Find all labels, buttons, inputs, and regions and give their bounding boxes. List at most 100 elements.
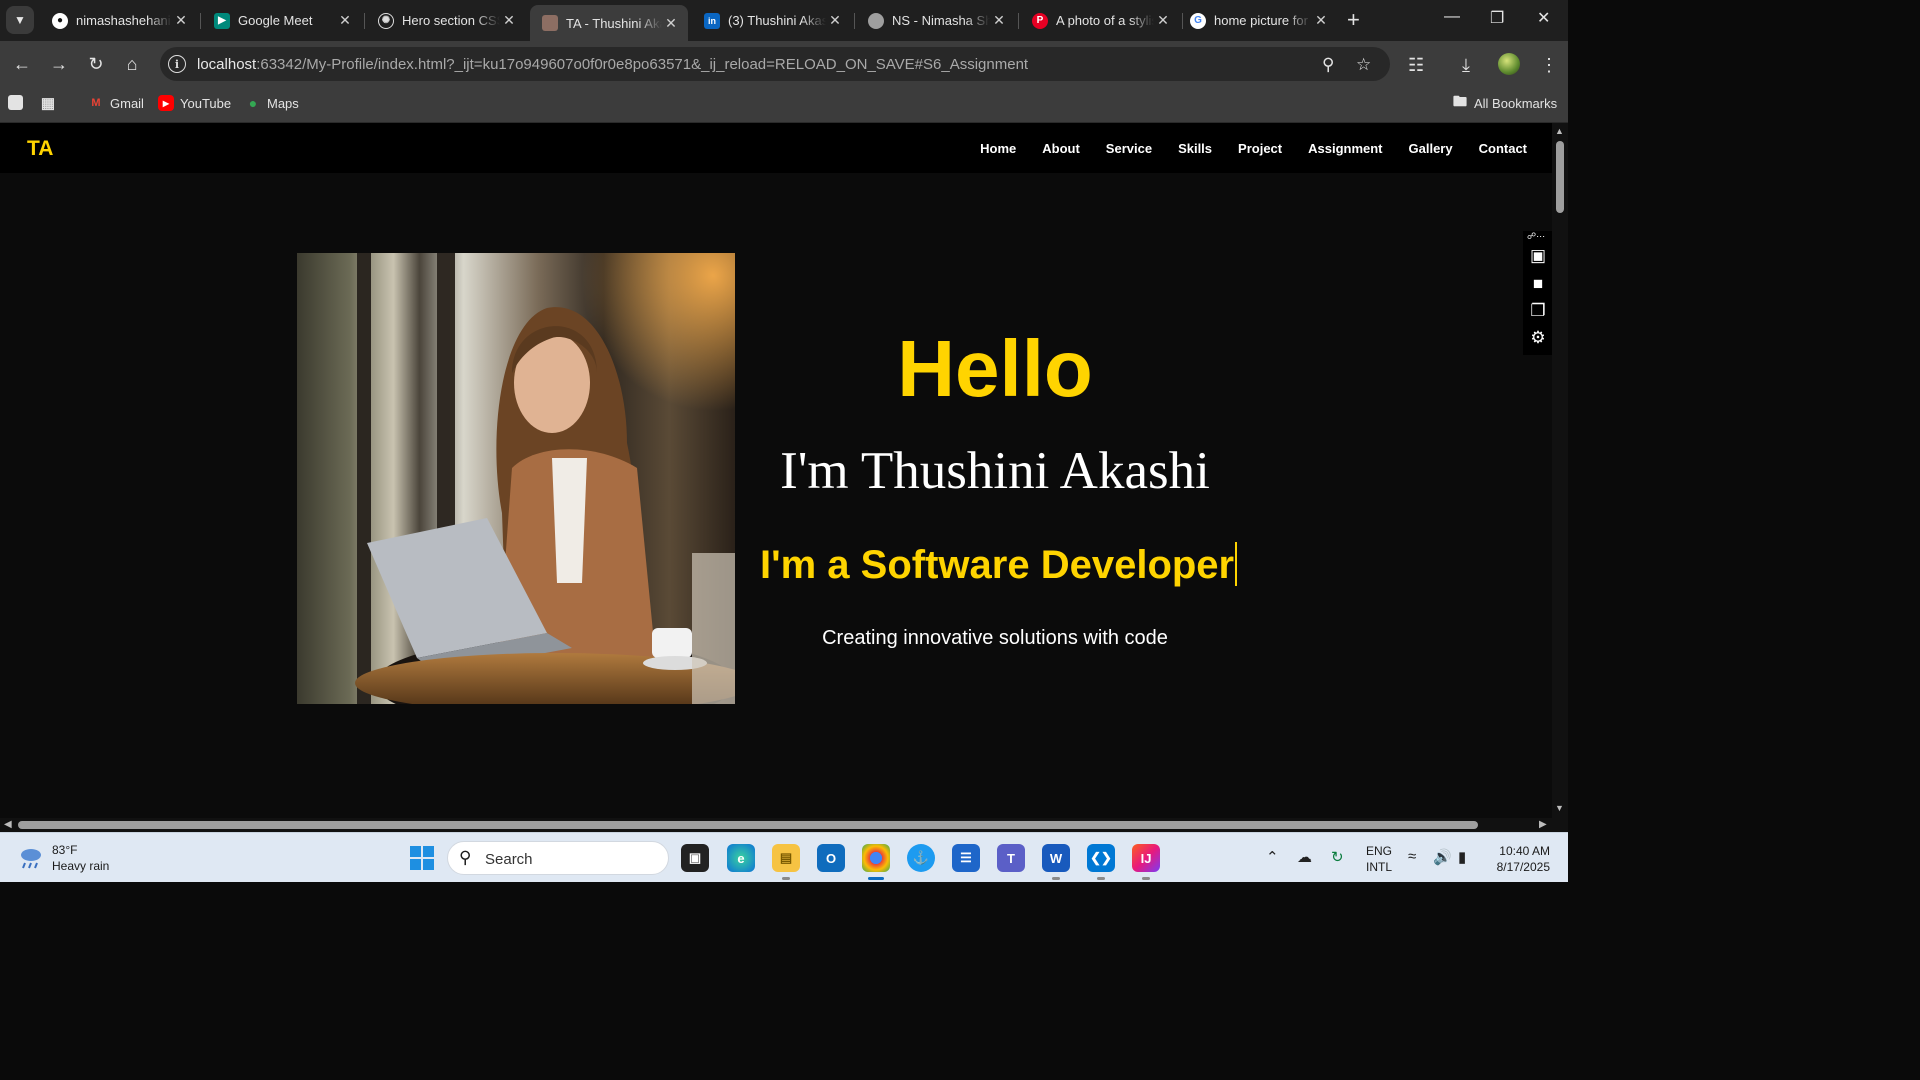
file-explorer-icon[interactable]: ▤ [772, 844, 800, 880]
close-icon[interactable]: ✕ [1312, 12, 1330, 29]
extensions-icon[interactable]: ☷ [1408, 55, 1424, 76]
tray-chevron-up-icon[interactable]: ⌃ [1266, 848, 1279, 866]
address-bar[interactable]: i localhost:63342/My-Profile/index.html?… [160, 47, 1390, 81]
reload-button[interactable]: ↻ [83, 51, 109, 77]
close-icon[interactable]: ✕ [990, 12, 1008, 29]
language-indicator[interactable]: ENG INTL [1366, 843, 1392, 875]
close-icon[interactable]: ✕ [826, 12, 844, 29]
bookmark-youtube[interactable]: ▶ YouTube [158, 95, 231, 111]
tab-active-profile[interactable]: TA - Thushini Akashi ✕ [530, 5, 688, 41]
extension-more-icon[interactable]: ☍⋯ [1527, 231, 1545, 242]
volume-icon[interactable]: 🔊 [1433, 848, 1452, 866]
intellij-icon[interactable]: IJ [1132, 844, 1160, 880]
tab-search-button[interactable]: ▼ [6, 6, 34, 34]
chrome-icon[interactable] [862, 844, 890, 880]
zoom-icon[interactable]: ⚲ [1322, 55, 1334, 75]
task-view-icon[interactable]: ▣ [681, 844, 709, 872]
wifi-icon[interactable]: ≈ [1408, 848, 1416, 865]
close-icon[interactable]: ✕ [336, 12, 354, 29]
home-button[interactable]: ⌂ [119, 51, 145, 77]
nav-gallery[interactable]: Gallery [1409, 141, 1453, 156]
nav-project[interactable]: Project [1238, 141, 1282, 156]
window-capture-icon[interactable]: ❐ [1528, 301, 1548, 320]
horizontal-scroll-thumb[interactable] [18, 821, 1478, 829]
sync-icon[interactable]: ↻ [1331, 848, 1344, 866]
bookmark-maps[interactable]: ● Maps [245, 95, 299, 111]
running-indicator [782, 877, 790, 880]
site-logo[interactable]: TA [27, 137, 53, 161]
gear-icon[interactable]: ⚙ [1528, 328, 1548, 347]
url-path: :63342/My-Profile/index.html?_ijt=ku17o9… [256, 56, 1029, 73]
outlook-icon[interactable]: O [817, 844, 845, 872]
vertical-scroll-thumb[interactable] [1556, 141, 1564, 213]
word-icon[interactable]: W [1042, 844, 1070, 880]
tab-google-search[interactable]: G home picture for ✕ [1178, 5, 1338, 36]
site-info-icon[interactable]: i [168, 55, 186, 73]
tab-nimasha[interactable]: NS - Nimasha Shehani ✕ [856, 5, 1016, 36]
tab-pinterest[interactable]: P A photo of a stylish ✕ [1020, 5, 1180, 36]
scroll-up-icon[interactable]: ▲ [1555, 126, 1564, 136]
docker-icon[interactable]: ⚓ [907, 844, 935, 872]
reload-icon: ↻ [88, 53, 104, 74]
back-button[interactable]: ← [9, 51, 35, 77]
tab-title: A photo of a stylish [1056, 13, 1154, 28]
scroll-down-icon[interactable]: ▼ [1555, 803, 1564, 813]
tab-title: TA - Thushini Akashi [566, 15, 662, 31]
weather-widget[interactable]: 83°F Heavy rain [52, 842, 109, 874]
scroll-left-icon[interactable]: ◀ [4, 819, 12, 830]
close-icon[interactable]: ✕ [500, 12, 518, 29]
bookmark-gmail[interactable]: M Gmail [88, 95, 144, 111]
battery-icon[interactable]: ▮ [1458, 848, 1466, 866]
close-icon[interactable]: ✕ [662, 15, 680, 32]
close-window-button[interactable]: ✕ [1537, 8, 1550, 28]
vertical-scrollbar[interactable]: ▲ ▼ [1552, 123, 1568, 818]
bookmark-square[interactable] [8, 95, 29, 110]
hero-photo [297, 253, 735, 704]
google-meet-icon: ▶ [214, 12, 230, 29]
close-icon[interactable]: ✕ [172, 12, 190, 29]
nav-assignment[interactable]: Assignment [1308, 141, 1382, 156]
hero-tagline: Creating innovative solutions with code [822, 627, 1168, 649]
apps-button[interactable]: ▦ [40, 95, 62, 112]
restore-button[interactable]: ❐ [1490, 8, 1504, 28]
google-icon: G [1190, 12, 1206, 29]
teams-icon[interactable]: T [997, 844, 1025, 872]
tab-github[interactable]: ● nimashashehani ✕ [40, 5, 198, 36]
all-bookmarks-button[interactable]: 🖿 All Bookmarks [1452, 93, 1558, 111]
profile-avatar[interactable] [1498, 53, 1520, 75]
tab-google-meet[interactable]: ▶ Google Meet ✕ [202, 5, 362, 36]
nav-home[interactable]: Home [980, 141, 1016, 156]
tab-title: Google Meet [238, 13, 313, 28]
all-bookmarks-label: All Bookmarks [1474, 95, 1558, 111]
nav-service[interactable]: Service [1106, 141, 1152, 156]
weather-desc: Heavy rain [52, 859, 110, 873]
notepad-icon[interactable]: ☰ [952, 844, 980, 872]
github-icon: ● [52, 12, 68, 29]
forward-button[interactable]: → [46, 51, 72, 77]
new-tab-button[interactable]: + [1347, 8, 1360, 32]
rain-cloud-icon[interactable] [18, 846, 44, 870]
url-text[interactable]: localhost:63342/My-Profile/index.html?_i… [197, 56, 1028, 73]
vscode-icon[interactable]: ❮❯ [1087, 844, 1115, 880]
more-menu-icon[interactable]: ⋮ [1540, 55, 1558, 76]
nav-about[interactable]: About [1042, 141, 1080, 156]
camera-icon[interactable]: ▣ [1528, 246, 1548, 265]
taskbar-search[interactable]: ⚲ Search [447, 841, 669, 875]
clock[interactable]: 10:40 AM 8/17/2025 [1488, 843, 1550, 875]
close-icon[interactable]: ✕ [1154, 12, 1172, 29]
nav-skills[interactable]: Skills [1178, 141, 1212, 156]
horizontal-scrollbar[interactable]: ◀ ▶ [0, 818, 1568, 832]
download-icon[interactable]: ⤓ [1462, 55, 1470, 76]
tab-chatgpt[interactable]: ✺ Hero section CSS ✕ [366, 5, 526, 36]
scroll-right-icon[interactable]: ▶ [1539, 819, 1547, 830]
video-camera-icon[interactable]: ■ [1528, 274, 1548, 293]
minimize-button[interactable]: — [1444, 8, 1460, 26]
windows-start-icon[interactable] [410, 846, 434, 870]
pinterest-icon: P [1032, 12, 1048, 29]
tab-linkedin[interactable]: in (3) Thushini Akashi ✕ [692, 5, 852, 36]
edge-icon[interactable]: e [727, 844, 755, 872]
search-icon: ⚲ [459, 848, 472, 867]
onedrive-cloud-icon[interactable]: ☁ [1297, 848, 1312, 866]
star-icon[interactable]: ☆ [1356, 55, 1371, 75]
nav-contact[interactable]: Contact [1479, 141, 1527, 156]
